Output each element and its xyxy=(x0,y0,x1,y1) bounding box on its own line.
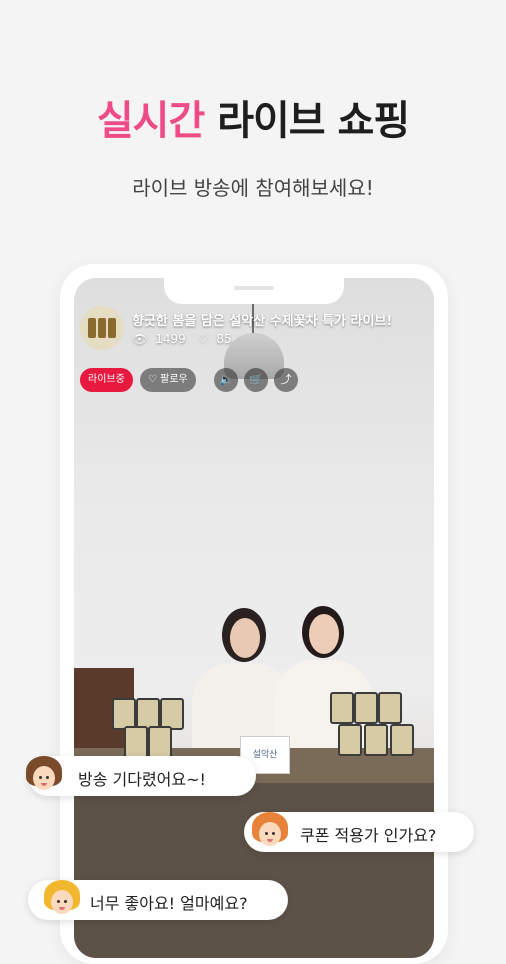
heart-icon: ♡ xyxy=(197,332,209,346)
headline-rest: 라이브 쇼핑 xyxy=(204,98,410,144)
share-icon[interactable]: ⤴ xyxy=(274,368,298,392)
tablecloth xyxy=(74,783,434,958)
tea-jar xyxy=(378,692,402,724)
phone-notch xyxy=(164,278,344,304)
tea-jar xyxy=(124,726,148,758)
woman-avatar-icon xyxy=(248,810,292,854)
child-avatar-icon xyxy=(40,878,84,922)
live-stats: 👁 1499 ♡ 85 xyxy=(132,332,240,346)
chat-message: 너무 좋아요! 얼마예요? xyxy=(90,894,248,913)
heart-icon: ♡ xyxy=(148,374,161,385)
speaker-bar xyxy=(234,286,274,290)
live-video-screen[interactable]: 설악산 향긋한 봄을 담은 설악산 수제꽃차 특가 라이브! 👁 1499 ♡ 85… xyxy=(74,278,434,958)
live-header: 향긋한 봄을 담은 설악산 수제꽃차 특가 라이브! 👁 1499 ♡ 85 xyxy=(80,304,430,354)
headline-accent: 실시간 xyxy=(96,98,205,144)
tea-jar xyxy=(148,726,172,758)
phone-mockup: 설악산 향긋한 봄을 담은 설악산 수제꽃차 특가 라이브! 👁 1499 ♡ 85… xyxy=(60,264,448,964)
follow-label: 팔로우 xyxy=(160,374,188,385)
live-badge: 라이브중 xyxy=(80,368,133,392)
shop-avatar[interactable] xyxy=(80,306,124,350)
like-count: 85 xyxy=(216,332,232,346)
host-right-face xyxy=(309,614,339,654)
subheadline: 라이브 방송에 참여해보세요! xyxy=(132,176,374,200)
chat-message: 방송 기다렸어요~! xyxy=(78,770,206,789)
cart-icon[interactable]: 🛒 xyxy=(244,368,268,392)
tea-jar xyxy=(338,724,362,756)
chat-message: 쿠폰 적용가 인가요? xyxy=(300,826,437,845)
headline: 실시간 라이브 쇼핑 xyxy=(0,88,506,146)
live-title: 향긋한 봄을 담은 설악산 수제꽃차 특가 라이브! xyxy=(132,314,393,329)
tea-jar xyxy=(390,724,414,756)
tea-jar xyxy=(364,724,388,756)
sound-icon[interactable]: 🔈 xyxy=(214,368,238,392)
tea-jar xyxy=(330,692,354,724)
viewer-count: 1499 xyxy=(155,332,186,346)
eye-icon: 👁 xyxy=(132,332,148,346)
follow-button[interactable]: ♡ 팔로우 xyxy=(140,368,196,392)
girl-avatar-icon xyxy=(22,754,66,798)
host-left-face xyxy=(230,618,260,658)
tea-jar xyxy=(354,692,378,724)
